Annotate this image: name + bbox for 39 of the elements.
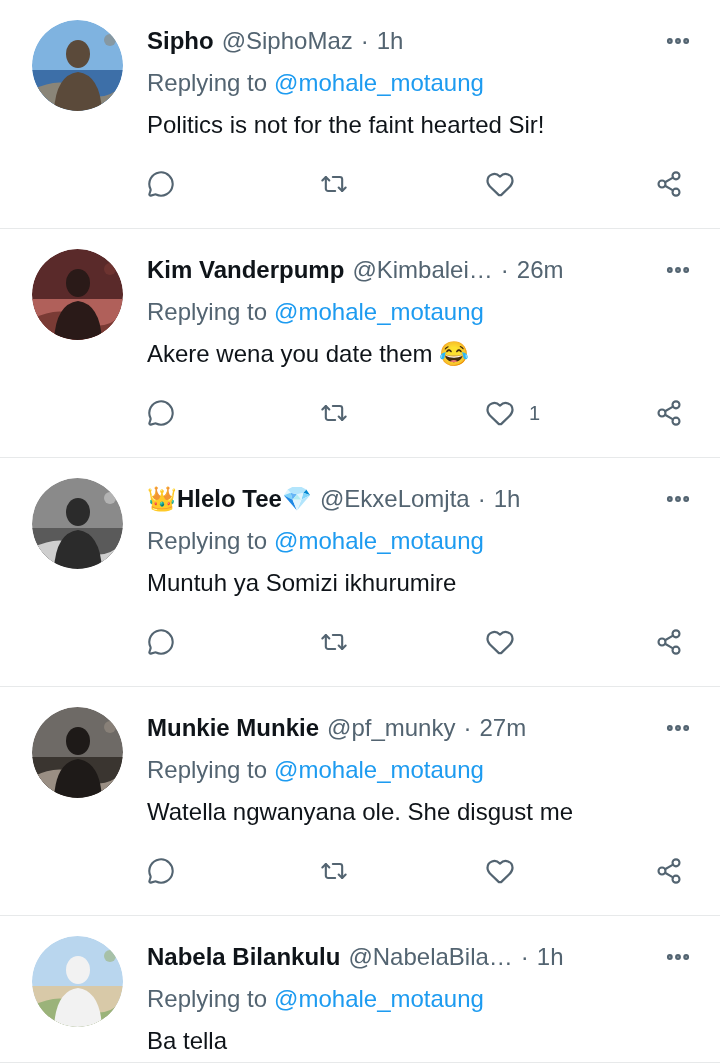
replying-label: Replying to bbox=[147, 755, 268, 785]
post-time: 27m bbox=[479, 713, 527, 743]
reply-icon[interactable] bbox=[147, 857, 175, 885]
share-icon[interactable] bbox=[655, 170, 683, 198]
author-handle[interactable]: @Kimbalei… bbox=[352, 252, 493, 288]
post-time: 1h bbox=[376, 26, 404, 56]
reply-text: Politics is not for the faint hearted Sir! bbox=[147, 110, 545, 140]
reply-text: Akere wena you date them 😂 bbox=[147, 339, 470, 369]
reply-icon[interactable] bbox=[147, 628, 175, 656]
post-time: 1h bbox=[493, 484, 521, 514]
post-time: 1h bbox=[536, 942, 564, 972]
author-handle[interactable]: @NabelaBila… bbox=[348, 939, 513, 975]
reply-icon[interactable] bbox=[147, 399, 175, 427]
post-time: 26m bbox=[516, 255, 564, 285]
author-name[interactable]: Nabela Bilankulu bbox=[147, 939, 341, 975]
author-name[interactable]: Sipho bbox=[147, 23, 214, 59]
separator-dot: · bbox=[463, 713, 472, 743]
author-handle[interactable]: @pf_munky bbox=[327, 710, 456, 746]
reply-icon[interactable] bbox=[147, 170, 175, 198]
share-icon[interactable] bbox=[655, 628, 683, 656]
author-handle[interactable]: @EkxeLomjta bbox=[319, 481, 470, 517]
separator-dot: · bbox=[520, 942, 529, 972]
separator-dot: · bbox=[477, 484, 486, 514]
separator-dot: · bbox=[500, 255, 509, 285]
reply-text: Ba tella bbox=[147, 1026, 228, 1056]
replying-label: Replying to bbox=[147, 984, 268, 1014]
like-count: 1 bbox=[529, 401, 541, 426]
author-name[interactable]: 👑Hlelo Tee💎 bbox=[147, 481, 312, 517]
share-icon[interactable] bbox=[655, 399, 683, 427]
reply-text: Watella ngwanyana ole. She disgust me bbox=[147, 797, 574, 827]
replying-label: Replying to bbox=[147, 297, 268, 327]
author-name[interactable]: Kim Vanderpump bbox=[147, 252, 345, 288]
separator-dot: · bbox=[360, 26, 369, 56]
author-handle[interactable]: @SiphoMaz bbox=[221, 23, 353, 59]
replying-label: Replying to bbox=[147, 526, 268, 556]
author-name[interactable]: Munkie Munkie bbox=[147, 710, 320, 746]
share-icon[interactable] bbox=[655, 857, 683, 885]
reply-text: Muntuh ya Somizi ikhurumire bbox=[147, 568, 457, 598]
replying-label: Replying to bbox=[147, 68, 268, 98]
